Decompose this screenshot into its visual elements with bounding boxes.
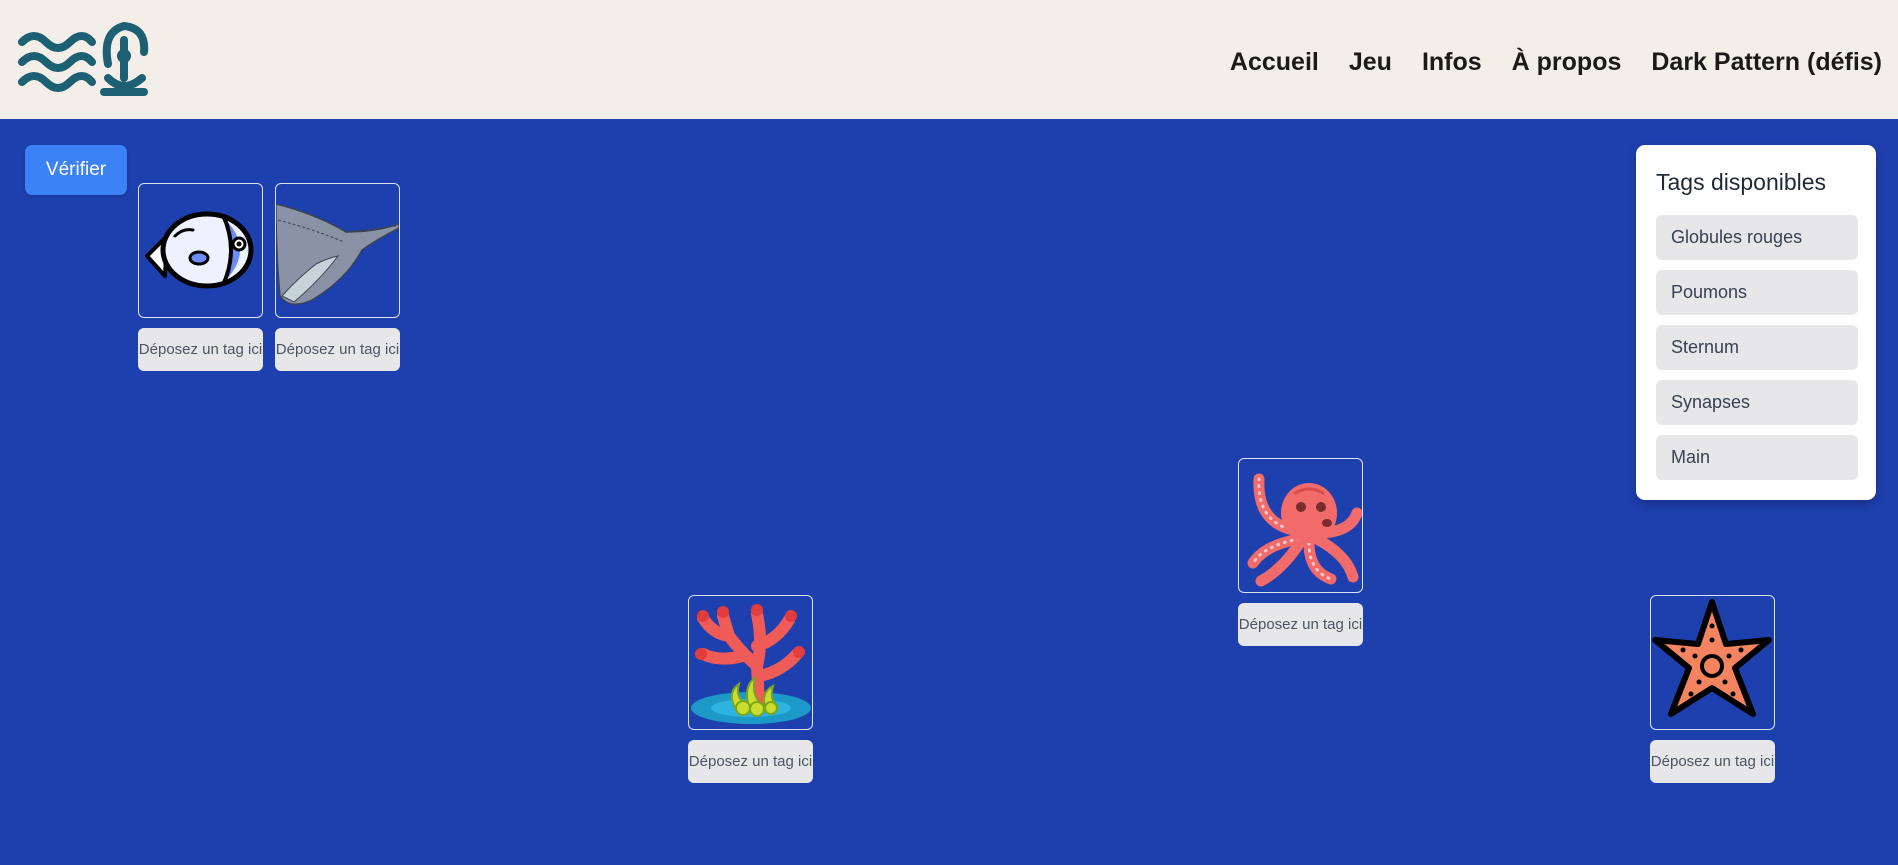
tag-poumons[interactable]: Poumons [1656,270,1858,315]
starfish-icon [1652,599,1772,717]
waves-person-logo-icon[interactable] [18,18,154,102]
tag-synapses[interactable]: Synapses [1656,380,1858,425]
card-image[interactable] [1650,595,1775,730]
site-header: Accueil Jeu Infos À propos Dark Pattern … [0,0,1898,119]
tag-drop-zone[interactable]: Déposez un tag ici [688,740,813,783]
stingray-icon [276,203,399,305]
tag-drop-zone[interactable]: Déposez un tag ici [1650,740,1775,783]
card-coral[interactable]: Déposez un tag ici [688,595,813,783]
nav-accueil[interactable]: Accueil [1230,44,1319,80]
nav-dark-pattern[interactable]: Dark Pattern (défis) [1651,44,1882,80]
card-image[interactable] [1238,458,1363,593]
fish-icon [145,211,254,289]
nav-a-propos[interactable]: À propos [1512,44,1622,80]
tag-sternum[interactable]: Sternum [1656,325,1858,370]
nav-infos[interactable]: Infos [1422,44,1482,80]
card-fish[interactable]: Déposez un tag ici [138,183,263,371]
tags-list: Globules rouges Poumons Sternum Synapses… [1656,215,1858,490]
main-nav: Accueil Jeu Infos À propos Dark Pattern … [1230,44,1882,80]
card-image[interactable] [138,183,263,318]
tag-globules-rouges[interactable]: Globules rouges [1656,215,1858,260]
card-starfish[interactable]: Déposez un tag ici [1650,595,1775,783]
nav-jeu[interactable]: Jeu [1349,44,1392,80]
card-image[interactable] [688,595,813,730]
tag-drop-zone[interactable]: Déposez un tag ici [1238,603,1363,646]
card-stingray[interactable]: Déposez un tag ici [275,183,400,371]
verify-button[interactable]: Vérifier [25,145,127,195]
card-image[interactable] [275,183,400,318]
tags-panel: Tags disponibles Globules rouges Poumons… [1636,145,1876,500]
card-octopus[interactable]: Déposez un tag ici [1238,458,1363,646]
tag-main[interactable]: Main [1656,435,1858,480]
coral-icon [691,604,811,724]
tag-drop-zone[interactable]: Déposez un tag ici [138,328,263,371]
tag-drop-zone[interactable]: Déposez un tag ici [275,328,400,371]
octopus-icon [1247,473,1362,587]
tags-panel-title: Tags disponibles [1656,169,1827,195]
